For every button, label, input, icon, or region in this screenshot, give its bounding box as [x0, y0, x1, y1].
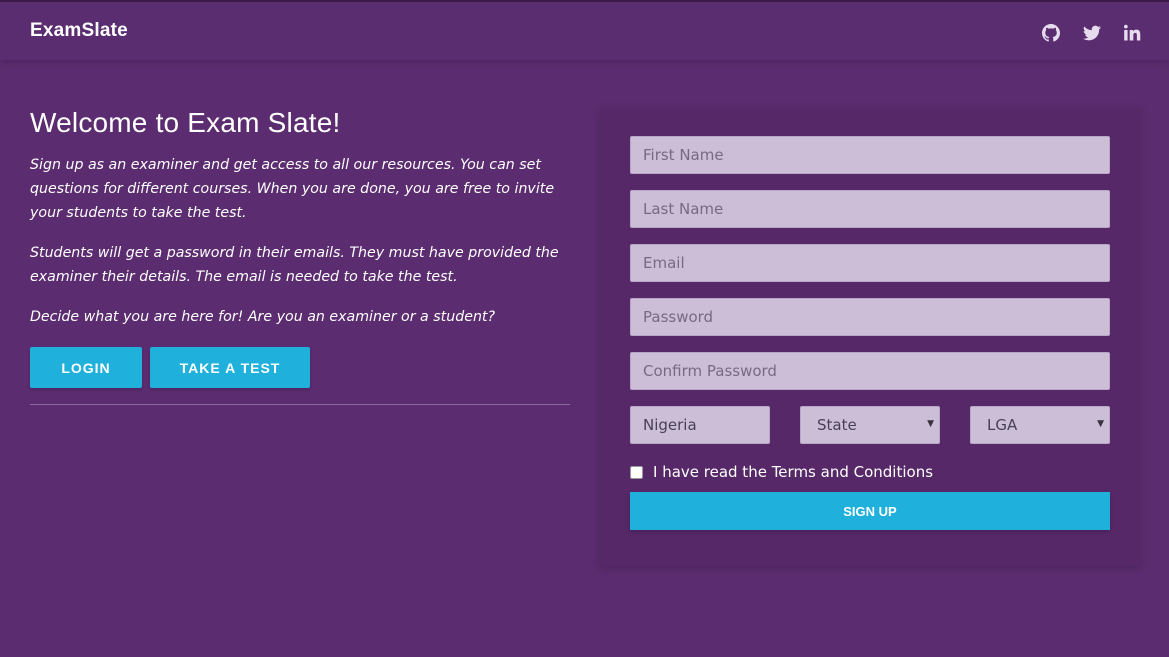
country-field[interactable]: Nigeria: [630, 406, 770, 444]
password-input[interactable]: [630, 298, 1110, 336]
login-button[interactable]: LOGIN: [30, 347, 142, 388]
confirm-password-input[interactable]: [630, 352, 1110, 390]
caret-down-icon: ▼: [927, 419, 934, 429]
page-title: Welcome to Exam Slate!: [30, 107, 341, 138]
sign-up-button[interactable]: SIGN UP: [630, 492, 1110, 530]
take-a-test-button[interactable]: TAKE A TEST: [150, 347, 310, 388]
last-name-input[interactable]: [630, 190, 1110, 228]
intro-section: Welcome to Exam Slate! Sign up as an exa…: [30, 100, 570, 405]
action-buttons: LOGIN TAKE A TEST: [30, 347, 310, 388]
state-value: State: [817, 416, 857, 434]
navbar: ExamSlate: [0, 2, 1169, 60]
country-value: Nigeria: [643, 416, 697, 434]
intro-paragraph-3: Decide what you are here for! Are you an…: [30, 309, 496, 325]
linkedin-icon[interactable]: [1123, 23, 1143, 43]
terms-checkbox[interactable]: [630, 465, 643, 479]
state-select[interactable]: State ▼: [800, 406, 940, 444]
first-name-input[interactable]: [630, 136, 1110, 174]
github-icon[interactable]: [1041, 23, 1061, 43]
twitter-icon[interactable]: [1082, 23, 1102, 43]
divider: [30, 404, 570, 405]
caret-down-icon: ▼: [1097, 419, 1104, 429]
lga-select[interactable]: LGA ▼: [970, 406, 1110, 444]
brand-logo[interactable]: ExamSlate: [30, 20, 128, 42]
signup-card: Nigeria State ▼ LGA ▼ I have read the Te…: [600, 108, 1140, 566]
email-input[interactable]: [630, 244, 1110, 282]
intro-paragraph-1: Sign up as an examiner and get access to…: [30, 157, 555, 221]
terms-row: I have read the Terms and Conditions: [630, 463, 933, 481]
terms-label[interactable]: I have read the Terms and Conditions: [653, 463, 933, 481]
intro-paragraph-2: Students will get a password in their em…: [30, 245, 559, 285]
lga-value: LGA: [987, 416, 1018, 434]
